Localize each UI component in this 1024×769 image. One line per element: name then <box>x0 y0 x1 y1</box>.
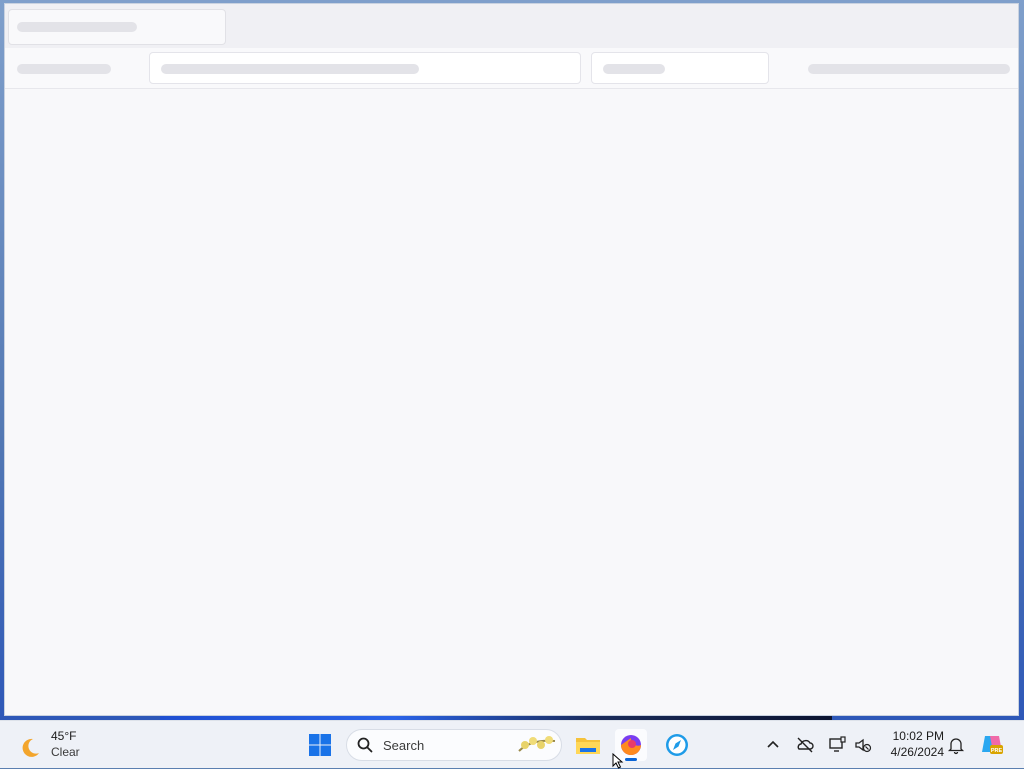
network-icon[interactable] <box>827 735 847 755</box>
copilot-icon[interactable]: PRE <box>980 732 1004 756</box>
browser-window <box>4 3 1019 716</box>
mouse-cursor-icon <box>612 753 624 769</box>
taskbar: 45°F Clear Search 10:02 PM 4/26/2024 PRE <box>0 720 1024 768</box>
search-highlight-icon <box>518 736 556 752</box>
weather-temperature: 45°F <box>51 729 77 743</box>
toolbar <box>5 48 1018 89</box>
start-button[interactable] <box>306 731 334 759</box>
compass-icon <box>666 734 688 756</box>
windows-logo-icon <box>309 734 331 756</box>
tab-title-placeholder <box>17 22 137 32</box>
page-content <box>5 89 1018 715</box>
search-label: Search <box>383 738 425 753</box>
address-bar[interactable] <box>149 52 581 84</box>
weather-widget[interactable]: 45°F Clear <box>16 727 96 763</box>
taskbar-browser[interactable] <box>661 729 693 761</box>
moon-icon <box>22 738 39 757</box>
clock-date: 4/26/2024 <box>890 745 944 759</box>
folder-icon <box>576 738 600 754</box>
chevron-up-icon[interactable] <box>763 735 783 755</box>
taskbar-file-explorer[interactable] <box>572 729 604 761</box>
secondary-search-field[interactable] <box>591 52 769 84</box>
volume-muted-icon[interactable] <box>853 735 873 755</box>
toolbar-right-placeholder <box>808 64 1010 74</box>
search-icon <box>357 737 373 753</box>
secondary-field-placeholder <box>603 64 665 74</box>
svg-text:PRE: PRE <box>991 748 1003 754</box>
title-bar <box>5 4 1018 48</box>
address-placeholder <box>161 64 419 74</box>
notification-bell-icon[interactable] <box>946 735 966 755</box>
toolbar-label-placeholder <box>17 64 111 74</box>
tab-loading[interactable] <box>8 9 226 45</box>
weather-condition: Clear <box>51 745 80 759</box>
onedrive-offline-icon[interactable] <box>795 735 815 755</box>
taskbar-clock[interactable]: 10:02 PM 4/26/2024 <box>880 728 944 760</box>
clock-time: 10:02 PM <box>892 729 944 743</box>
taskbar-search[interactable]: Search <box>346 729 562 761</box>
active-indicator <box>625 758 637 761</box>
